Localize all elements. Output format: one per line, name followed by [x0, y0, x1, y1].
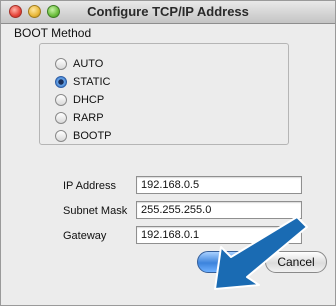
radio-label: DHCP [73, 94, 105, 106]
radio-button-selected-icon[interactable] [55, 76, 67, 88]
radio-button-icon[interactable] [55, 94, 67, 106]
subnet-mask-field[interactable]: 255.255.255.0 [136, 201, 302, 219]
ok-button[interactable]: OK [197, 251, 255, 273]
ip-address-field[interactable]: 192.168.0.5 [136, 176, 302, 194]
titlebar: Configure TCP/IP Address [1, 1, 335, 24]
radio-button-icon[interactable] [55, 130, 67, 142]
radio-button-icon[interactable] [55, 58, 67, 70]
radio-label: STATIC [73, 76, 111, 88]
boot-method-label: BOOT Method [11, 26, 95, 40]
gateway-field[interactable]: 192.168.0.1 [136, 226, 302, 244]
radio-button-icon[interactable] [55, 112, 67, 124]
dialog-window: Configure TCP/IP Address BOOT Method AUT… [0, 0, 336, 306]
window-title: Configure TCP/IP Address [87, 4, 249, 19]
gateway-label: Gateway [63, 230, 107, 242]
cancel-button[interactable]: Cancel [265, 251, 327, 273]
radio-label: BOOTP [73, 130, 112, 142]
subnet-mask-label: Subnet Mask [63, 205, 128, 217]
radio-label: AUTO [73, 58, 104, 70]
radio-label: RARP [73, 112, 104, 124]
ip-address-label: IP Address [63, 180, 116, 192]
